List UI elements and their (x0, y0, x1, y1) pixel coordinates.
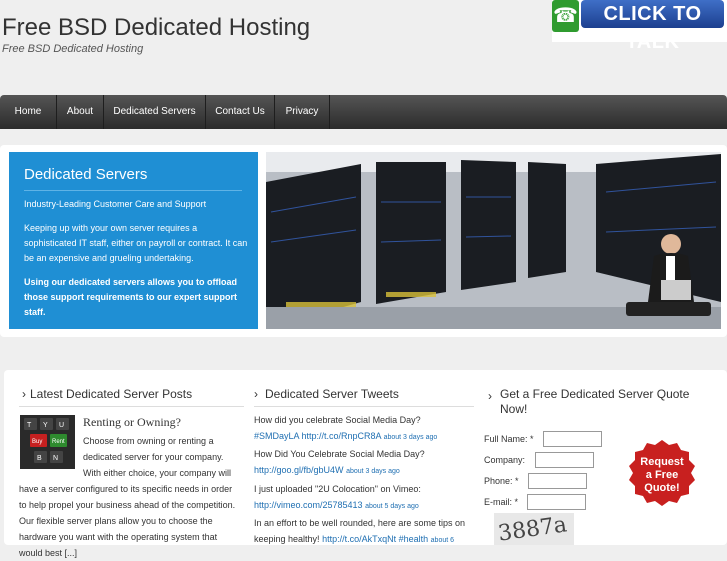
tweets-heading-divider (254, 406, 474, 407)
posts-heading-divider (19, 406, 244, 407)
post-excerpt: Choose from owning or renting a dedicate… (83, 436, 232, 478)
badge-line-2: a Free (646, 469, 678, 481)
content-columns: › Latest Dedicated Server Posts T Y U Bu… (4, 370, 727, 558)
hero-highlight: Using our dedicated servers allows you t… (24, 277, 238, 317)
tweet-item: I just uploaded "2U Colocation" on Vimeo… (254, 481, 479, 515)
hero-section: Dedicated Servers Industry-Leading Custo… (0, 145, 727, 337)
tweet-item: In an effort to be well rounded, here ar… (254, 515, 479, 549)
buy-rent-keyboard-thumbnail[interactable]: T Y U Buy Rent B N (20, 415, 75, 469)
full-name-label: Full Name: * (484, 434, 534, 444)
main-nav: Home About Dedicated Servers Contact Us … (0, 95, 727, 129)
badge-line-3: Quote! (644, 482, 679, 494)
hero-subtitle: Industry-Leading Customer Care and Suppo… (24, 199, 207, 209)
site-title[interactable]: Free BSD Dedicated Hosting (2, 14, 310, 42)
tweet-time[interactable]: about 3 days ago (346, 468, 400, 475)
tweet-link[interactable]: http://t.co/AkTxqNt #health (322, 534, 428, 544)
phone-label: Phone: * (484, 476, 519, 486)
key-t: T (27, 422, 32, 429)
hero-paragraph: Keeping up with your own server requires… (24, 223, 248, 263)
post-excerpt-continued: have a server configured to its specific… (19, 484, 236, 558)
key-rent: Rent (52, 439, 65, 445)
full-name-input[interactable] (543, 431, 602, 447)
tweet-link[interactable]: http://vimeo.com/25785413 (254, 500, 363, 510)
posts-heading: Latest Dedicated Server Posts (30, 387, 193, 401)
tweet-time[interactable]: about 3 days ago (384, 434, 438, 441)
quote-heading: Get a Free Dedicated Server Quote Now! (500, 387, 690, 416)
posts-heading-arrow: › (22, 387, 26, 401)
phone-input[interactable] (528, 473, 587, 489)
tweet-link[interactable]: http://goo.gl/fb/gbU4W (254, 465, 344, 475)
captcha-text: 3887a (496, 512, 569, 547)
quote-heading-arrow: › (488, 389, 492, 403)
badge-line-1: Request (640, 456, 684, 468)
nav-item-privacy[interactable]: Privacy (275, 95, 330, 129)
tweet-link[interactable]: #SMDayLA http://t.co/RnpCR8A (254, 431, 381, 441)
request-quote-button[interactable]: Request a Free Quote! (627, 440, 697, 508)
company-input[interactable] (535, 452, 594, 468)
tweet-text: How did you celebrate Social Media Day? (254, 415, 421, 425)
nav-item-about[interactable]: About (57, 95, 104, 129)
tweets-heading: Dedicated Server Tweets (265, 387, 399, 401)
captcha-image: 3887a (494, 512, 574, 547)
key-y: Y (43, 422, 48, 429)
server-room-illustration (266, 152, 721, 329)
server-room-image (266, 152, 721, 329)
key-n: N (53, 455, 58, 462)
hero-title: Dedicated Servers (24, 166, 148, 183)
click-to-talk-label: CLICK TO TALK (581, 0, 724, 53)
hero-text-panel: Dedicated Servers Industry-Leading Custo… (9, 152, 258, 329)
phone-icon: ☎ (552, 0, 579, 32)
post-title[interactable]: Renting or Owning? (83, 415, 181, 430)
tweets-heading-arrow: › (254, 387, 258, 401)
key-buy: Buy (32, 439, 42, 445)
site-tagline: Free BSD Dedicated Hosting (2, 43, 144, 55)
tweet-text: How Did You Celebrate Social Media Day? (254, 449, 425, 459)
company-label: Company: (484, 455, 526, 465)
nav-item-home[interactable]: Home (0, 95, 57, 129)
tweet-text: I just uploaded "2U Colocation" on Vimeo… (254, 484, 421, 494)
hero-divider (24, 190, 242, 191)
tweet-item: How Did You Celebrate Social Media Day? … (254, 446, 479, 480)
nav-item-dedicated-servers[interactable]: Dedicated Servers (104, 95, 206, 129)
tweet-item: How did you celebrate Social Media Day? … (254, 412, 479, 446)
tweet-time[interactable]: about 6 (431, 537, 454, 544)
key-u: U (59, 422, 64, 429)
email-label: E-mail: * (484, 497, 519, 507)
nav-item-contact-us[interactable]: Contact Us (206, 95, 275, 129)
key-b: B (37, 455, 42, 462)
tweet-time[interactable]: about 5 days ago (365, 503, 419, 510)
click-to-talk-button[interactable]: ☎ CLICK TO TALK (552, 0, 727, 53)
email-input[interactable] (527, 494, 586, 510)
